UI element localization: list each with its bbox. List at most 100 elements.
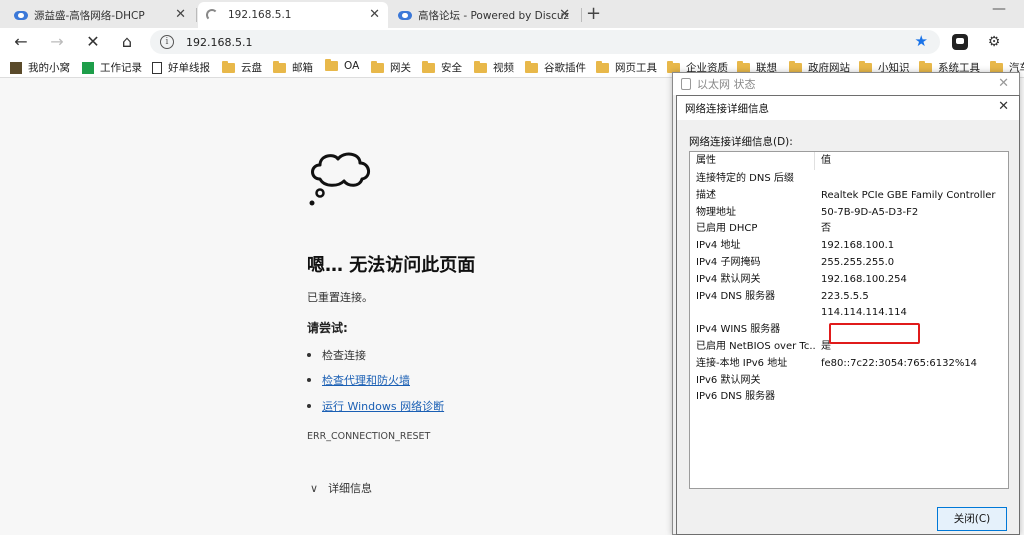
table-row[interactable]: IPv6 DNS 服务器 <box>690 388 1008 405</box>
bookmark-folder[interactable]: OA <box>325 59 360 72</box>
value-cell: 50-7B-9D-A5-D3-F2 <box>821 206 919 218</box>
value-cell <box>815 372 821 389</box>
error-subtitle: 已重置连接。 <box>307 291 373 304</box>
table-row[interactable]: 描述 Realtek PCIe GBE Family Controller <box>690 187 1008 204</box>
tab-192-168-5-1[interactable]: 192.168.5.1 ✕ <box>198 2 388 28</box>
bookmark-folder[interactable]: 网关 <box>371 60 411 75</box>
error-title: 嗯… 无法访问此页面 <box>307 255 476 276</box>
bookmark-folder[interactable]: 邮箱 <box>273 60 313 75</box>
column-header-value[interactable]: 值 <box>815 152 831 170</box>
folder-icon <box>990 60 1003 73</box>
status-window-titlebar: 以太网 状态 ✕ <box>673 73 1019 95</box>
table-row[interactable]: 物理地址 50-7B-9D-A5-D3-F2 <box>690 204 1008 221</box>
details-toggle[interactable]: ∨ 详细信息 <box>310 480 372 496</box>
property-cell: 物理地址 <box>696 206 736 218</box>
new-tab-button[interactable]: + <box>586 3 601 24</box>
table-row[interactable]: IPv4 子网掩码 255.255.255.0 <box>690 254 1008 271</box>
close-icon[interactable]: ✕ <box>998 99 1009 114</box>
folder-icon <box>737 60 750 73</box>
status-window-title: 以太网 状态 <box>697 78 756 91</box>
cloud-icon <box>14 10 28 20</box>
value-cell: Realtek PCIe GBE Family Controller <box>821 189 996 201</box>
folder-icon <box>371 60 384 73</box>
table-row[interactable]: 连接-本地 IPv6 地址 fe80::7c22:3054:765:6132%14 <box>690 355 1008 372</box>
table-row[interactable]: IPv4 DNS 服务器 223.5.5.5 <box>690 288 1008 305</box>
extensions-puzzle-icon[interactable]: ⚙ <box>986 34 1002 50</box>
property-cell <box>690 304 815 321</box>
bookmark-folder[interactable]: 谷歌插件 <box>525 60 586 75</box>
table-row[interactable]: 已启用 DHCP 否 <box>690 220 1008 237</box>
folder-icon <box>474 60 487 73</box>
extension-icon[interactable] <box>952 34 968 50</box>
tab-title: 192.168.5.1 <box>228 9 292 21</box>
network-details-dialog: 网络连接详细信息 ✕ 网络连接详细信息(D): 属性 值 连接特定的 DNS 后… <box>676 95 1020 535</box>
value-cell <box>815 170 821 187</box>
home-button[interactable]: ⌂ <box>116 31 138 53</box>
tab-close-icon[interactable]: ✕ <box>559 7 570 22</box>
tab-close-icon[interactable]: ✕ <box>369 7 380 22</box>
document-icon <box>152 61 162 74</box>
bookmark-item[interactable]: 好单线报 <box>152 60 210 75</box>
property-cell: 连接-本地 IPv6 地址 <box>696 357 788 369</box>
column-header-property[interactable]: 属性 <box>690 152 815 170</box>
close-icon[interactable]: ✕ <box>998 76 1009 91</box>
value-cell: 否 <box>821 223 831 235</box>
tab-forum[interactable]: 高恪论坛 - Powered by Discuz! ✕ <box>390 2 578 28</box>
property-cell: 连接特定的 DNS 后缀 <box>696 173 794 184</box>
tab-title: 高恪论坛 - Powered by Discuz! <box>418 9 570 22</box>
tab-close-icon[interactable]: ✕ <box>175 7 186 22</box>
folder-icon <box>596 60 609 73</box>
gateway-highlight-box <box>829 323 920 344</box>
tab-dhcp[interactable]: 源益盛-高恪网络-DHCP ✕ <box>6 2 194 28</box>
back-button[interactable]: ← <box>10 31 32 53</box>
table-row[interactable]: IPv4 默认网关 192.168.100.254 <box>690 271 1008 288</box>
folder-icon <box>667 60 680 73</box>
value-cell: 192.168.100.1 <box>821 240 895 252</box>
table-row[interactable]: IPv4 地址 192.168.100.1 <box>690 237 1008 254</box>
bookmark-folder[interactable]: 视频 <box>474 60 514 75</box>
suggestion-item: 检查连接 <box>307 347 366 363</box>
forward-button[interactable]: → <box>46 31 68 53</box>
folder-icon <box>222 60 235 73</box>
stop-button[interactable]: ✕ <box>82 31 104 53</box>
property-cell: 描述 <box>696 189 716 201</box>
value-cell: fe80::7c22:3054:765:6132%14 <box>821 357 978 369</box>
dialog-title: 网络连接详细信息 <box>685 102 769 115</box>
loading-spinner-icon <box>206 9 218 21</box>
property-cell: IPv6 默认网关 <box>696 374 761 386</box>
property-cell: IPv4 DNS 服务器 <box>696 290 776 302</box>
bookmark-label: 视频 <box>493 62 514 74</box>
table-row[interactable]: 连接特定的 DNS 后缀 <box>690 170 1008 187</box>
value-cell: 255.255.255.0 <box>821 257 895 268</box>
property-cell: IPv4 WINS 服务器 <box>696 324 781 336</box>
table-row[interactable]: 114.114.114.114 <box>690 304 1008 321</box>
network-adapter-icon <box>681 78 691 90</box>
address-bar[interactable]: i 192.168.5.1 ★ <box>150 30 940 54</box>
thought-cloud-icon <box>309 152 370 206</box>
bookmark-folder[interactable]: 安全 <box>422 60 462 75</box>
property-cell: 已启用 NetBIOS over Tc... <box>696 341 815 352</box>
value-cell: 223.5.5.5 <box>821 290 869 302</box>
bookmark-item[interactable]: 工作记录 <box>82 60 142 75</box>
details-listview[interactable]: 属性 值 连接特定的 DNS 后缀 描述 Realtek PCIe GBE Fami… <box>689 151 1009 489</box>
bookmark-label: OA <box>344 60 360 72</box>
property-cell: IPv6 DNS 服务器 <box>696 391 776 403</box>
favorite-star-icon[interactable]: ★ <box>915 32 928 50</box>
close-button[interactable]: 关闭(C) <box>937 507 1007 531</box>
table-row[interactable]: IPv6 默认网关 <box>690 372 1008 389</box>
suggestion-network-diagnostics-link[interactable]: 运行 Windows 网络诊断 <box>322 398 444 414</box>
suggestion-proxy-firewall-link[interactable]: 检查代理和防火墙 <box>322 372 410 388</box>
folder-icon <box>789 60 802 73</box>
bookmark-folder[interactable]: 云盘 <box>222 60 262 75</box>
folder-icon <box>919 60 932 73</box>
bullet-icon <box>307 353 311 357</box>
bookmark-label: 好单线报 <box>168 62 210 74</box>
bookmark-folder[interactable]: 网页工具 <box>596 60 657 75</box>
bookmark-item[interactable]: 我的小窝 <box>10 60 70 75</box>
tab-strip: 源益盛-高恪网络-DHCP ✕ 192.168.5.1 ✕ 高恪论坛 - Pow… <box>0 0 1024 28</box>
value-cell <box>815 388 821 405</box>
minimize-icon[interactable]: — <box>992 1 1006 17</box>
list-header: 属性 值 <box>690 152 1008 170</box>
bookmark-label: 安全 <box>441 62 462 74</box>
site-info-icon[interactable]: i <box>160 35 174 49</box>
